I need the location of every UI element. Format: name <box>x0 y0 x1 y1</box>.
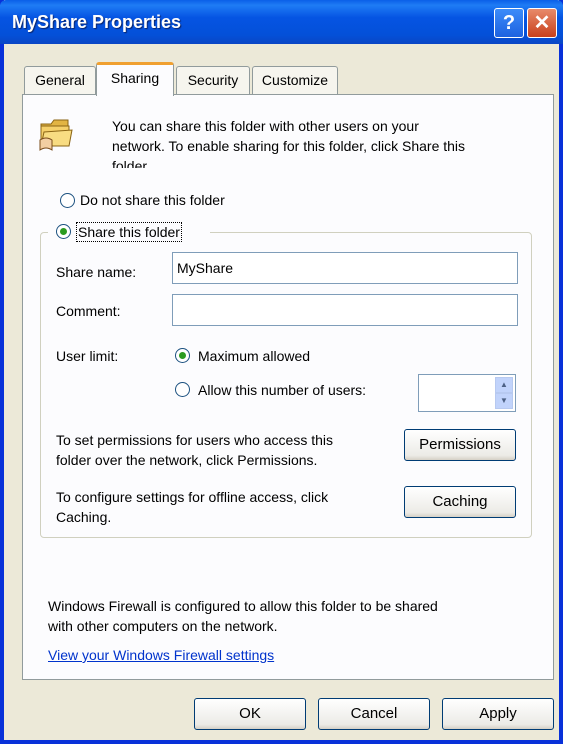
maximum-allowed-radio[interactable] <box>175 348 190 363</box>
do-not-share-radio[interactable] <box>60 193 75 208</box>
comment-label: Comment: <box>56 303 121 319</box>
caching-text-line-2: Caching. <box>56 509 112 525</box>
user-count-spinner[interactable]: ▲ ▼ <box>418 374 516 412</box>
share-this-folder-radio[interactable] <box>56 224 71 239</box>
do-not-share-label[interactable]: Do not share this folder <box>80 190 225 210</box>
comment-input[interactable] <box>172 294 518 326</box>
share-name-input[interactable]: MyShare <box>172 252 518 284</box>
title-bar[interactable]: MyShare Properties ? ✕ <box>0 0 563 44</box>
maximum-allowed-label[interactable]: Maximum allowed <box>198 346 310 366</box>
tab-general[interactable]: General <box>24 66 96 94</box>
allow-number-of-users-label[interactable]: Allow this number of users: <box>198 380 366 400</box>
tab-sharing[interactable]: Sharing <box>96 62 174 96</box>
help-icon[interactable]: ? <box>494 8 524 38</box>
firewall-text-line-1: Windows Firewall is configured to allow … <box>48 598 438 614</box>
user-limit-label: User limit: <box>56 348 119 364</box>
permissions-button[interactable]: Permissions <box>404 429 516 461</box>
firewall-text-line-2: with other computers on the network. <box>48 618 278 634</box>
intro-text-line-1: You can share this folder with other use… <box>112 118 419 134</box>
close-icon[interactable]: ✕ <box>527 8 557 38</box>
intro-text-line-3: folder. <box>112 158 151 168</box>
spin-up-icon[interactable]: ▲ <box>495 377 513 393</box>
share-this-folder-label[interactable]: Share this folder <box>76 222 182 242</box>
firewall-settings-link[interactable]: View your Windows Firewall settings <box>48 645 274 665</box>
allow-number-of-users-radio[interactable] <box>175 382 190 397</box>
caching-button[interactable]: Caching <box>404 486 516 518</box>
caching-text-line-1: To configure settings for offline access… <box>56 489 329 505</box>
window-title: MyShare Properties <box>12 12 182 32</box>
intro-text-line-2: network. To enable sharing for this fold… <box>112 138 466 154</box>
spin-down-icon[interactable]: ▼ <box>495 393 513 409</box>
shared-folder-icon <box>39 119 73 151</box>
tab-security[interactable]: Security <box>176 66 250 94</box>
permissions-text-line-2: folder over the network, click Permissio… <box>56 452 318 468</box>
cancel-button[interactable]: Cancel <box>318 698 430 730</box>
tab-customize[interactable]: Customize <box>252 66 338 94</box>
ok-button[interactable]: OK <box>194 698 306 730</box>
permissions-text-line-1: To set permissions for users who access … <box>56 432 333 448</box>
apply-button[interactable]: Apply <box>442 698 554 730</box>
share-name-label: Share name: <box>56 264 137 280</box>
